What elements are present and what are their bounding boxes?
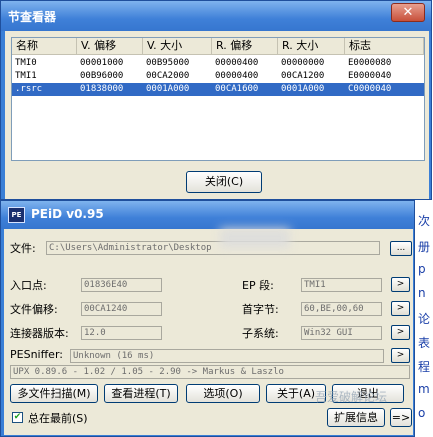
blurred-region (220, 228, 290, 248)
subsystem-field[interactable]: Win32 GUI (301, 326, 382, 340)
row-voffset: 00001000 (80, 58, 124, 68)
table-row-selected[interactable]: .rsrc 01838000 0001A000 00CA1600 0001A00… (12, 83, 424, 96)
linker-label: 连接器版本: (10, 327, 69, 340)
row-flags: C0000040 (348, 84, 392, 94)
row-vsize: 0001A000 (146, 84, 190, 94)
row-rsize: 0001A000 (281, 84, 325, 94)
strip-glyph: 程 (418, 360, 431, 374)
column-header-rsize[interactable]: R. 大小 (278, 38, 345, 54)
section-list-header: 名称 V. 偏移 V. 大小 R. 偏移 R. 大小 标志 (12, 38, 424, 55)
strip-glyph: n (418, 286, 426, 300)
close-button[interactable]: 关闭(C) (186, 171, 262, 193)
peid-title: PEiD v0.95 (31, 207, 104, 221)
file-offset-field[interactable]: 00CA1240 (81, 302, 162, 316)
column-header-voffset[interactable]: V. 偏移 (77, 38, 143, 54)
row-flags: E0000040 (348, 71, 392, 81)
extra-arrow-button[interactable]: => (390, 408, 412, 427)
ep-section-arrow-button[interactable]: > (391, 277, 410, 292)
column-header-name[interactable]: 名称 (12, 38, 77, 54)
multi-scan-button[interactable]: 多文件扫描(M) (10, 384, 98, 403)
file-path-field[interactable]: C:\Users\Administrator\Desktop (46, 241, 380, 255)
row-vsize: 00B95000 (146, 58, 190, 68)
detection-result-field[interactable]: UPX 0.89.6 - 1.02 / 1.05 - 2.90 -> Marku… (10, 365, 410, 379)
ep-section-field[interactable]: TMI1 (301, 278, 382, 292)
row-name: .rsrc (15, 84, 43, 94)
pesniffer-label: PESniffer: (10, 348, 63, 361)
entry-point-label: 入口点: (10, 279, 47, 292)
section-list[interactable]: 名称 V. 偏移 V. 大小 R. 偏移 R. 大小 标志 TMI0 00001… (11, 37, 425, 161)
file-offset-label: 文件偏移: (10, 303, 58, 316)
row-flags: E0000080 (348, 58, 392, 68)
strip-glyph: 论 (418, 312, 431, 326)
strip-glyph: m (418, 382, 430, 396)
column-header-roffset[interactable]: R. 偏移 (212, 38, 278, 54)
strip-glyph: 次 (418, 214, 431, 228)
pesniffer-arrow-button[interactable]: > (391, 348, 410, 363)
watermark: 吾爱破解论坛 (315, 390, 388, 404)
section-viewer-body: 名称 V. 偏移 V. 大小 R. 偏移 R. 大小 标志 TMI0 00001… (5, 31, 429, 199)
row-vsize: 00CA2000 (146, 71, 190, 81)
column-header-flags[interactable]: 标志 (345, 38, 424, 54)
row-name: TMI0 (15, 58, 37, 68)
row-voffset: 00B96000 (80, 71, 124, 81)
peid-titlebar[interactable]: PE PEiD v0.95 (1, 201, 414, 229)
entry-point-field[interactable]: 01836E40 (81, 278, 162, 292)
subsystem-arrow-button[interactable]: > (391, 325, 410, 340)
close-icon[interactable]: ✕ (391, 3, 425, 22)
first-bytes-field[interactable]: 60,BE,00,60 (301, 302, 382, 316)
first-bytes-label: 首字节: (242, 303, 279, 316)
section-viewer-title: 节查看器 (8, 10, 57, 24)
row-voffset: 01838000 (80, 84, 124, 94)
stay-on-top-label: 总在最前(S) (28, 412, 88, 425)
strip-glyph: 表 (418, 336, 431, 350)
row-roffset: 00CA1600 (215, 84, 259, 94)
task-viewer-button[interactable]: 查看进程(T) (104, 384, 178, 403)
row-rsize: 00CA1200 (281, 71, 325, 81)
peid-logo-icon: PE (8, 207, 25, 223)
ep-section-label: EP 段: (242, 279, 274, 292)
first-bytes-arrow-button[interactable]: > (391, 301, 410, 316)
strip-glyph: p (418, 262, 426, 276)
extra-info-button[interactable]: 扩展信息 (327, 408, 385, 427)
row-rsize: 00000000 (281, 58, 325, 68)
section-viewer-titlebar[interactable]: 节查看器 ✕ (1, 1, 431, 31)
table-row[interactable]: TMI1 00B96000 00CA2000 00000400 00CA1200… (12, 70, 424, 83)
browse-button[interactable]: ... (390, 241, 412, 256)
strip-glyph: 册 (418, 240, 431, 254)
stay-on-top-checkbox[interactable]: ✔ (12, 412, 23, 423)
linker-field[interactable]: 12.0 (81, 326, 162, 340)
row-roffset: 00000400 (215, 71, 259, 81)
subsystem-label: 子系统: (242, 327, 279, 340)
pesniffer-field[interactable]: Unknown (16 ms) (70, 349, 384, 363)
strip-glyph: o (418, 406, 426, 420)
options-button[interactable]: 选项(O) (186, 384, 260, 403)
row-name: TMI1 (15, 71, 37, 81)
file-label: 文件: (10, 242, 36, 255)
section-viewer-window: 节查看器 ✕ 名称 V. 偏移 V. 大小 R. 偏移 R. 大小 标志 TMI… (0, 0, 432, 200)
table-row[interactable]: TMI0 00001000 00B95000 00000400 00000000… (12, 57, 424, 70)
row-roffset: 00000400 (215, 58, 259, 68)
column-header-vsize[interactable]: V. 大小 (143, 38, 212, 54)
